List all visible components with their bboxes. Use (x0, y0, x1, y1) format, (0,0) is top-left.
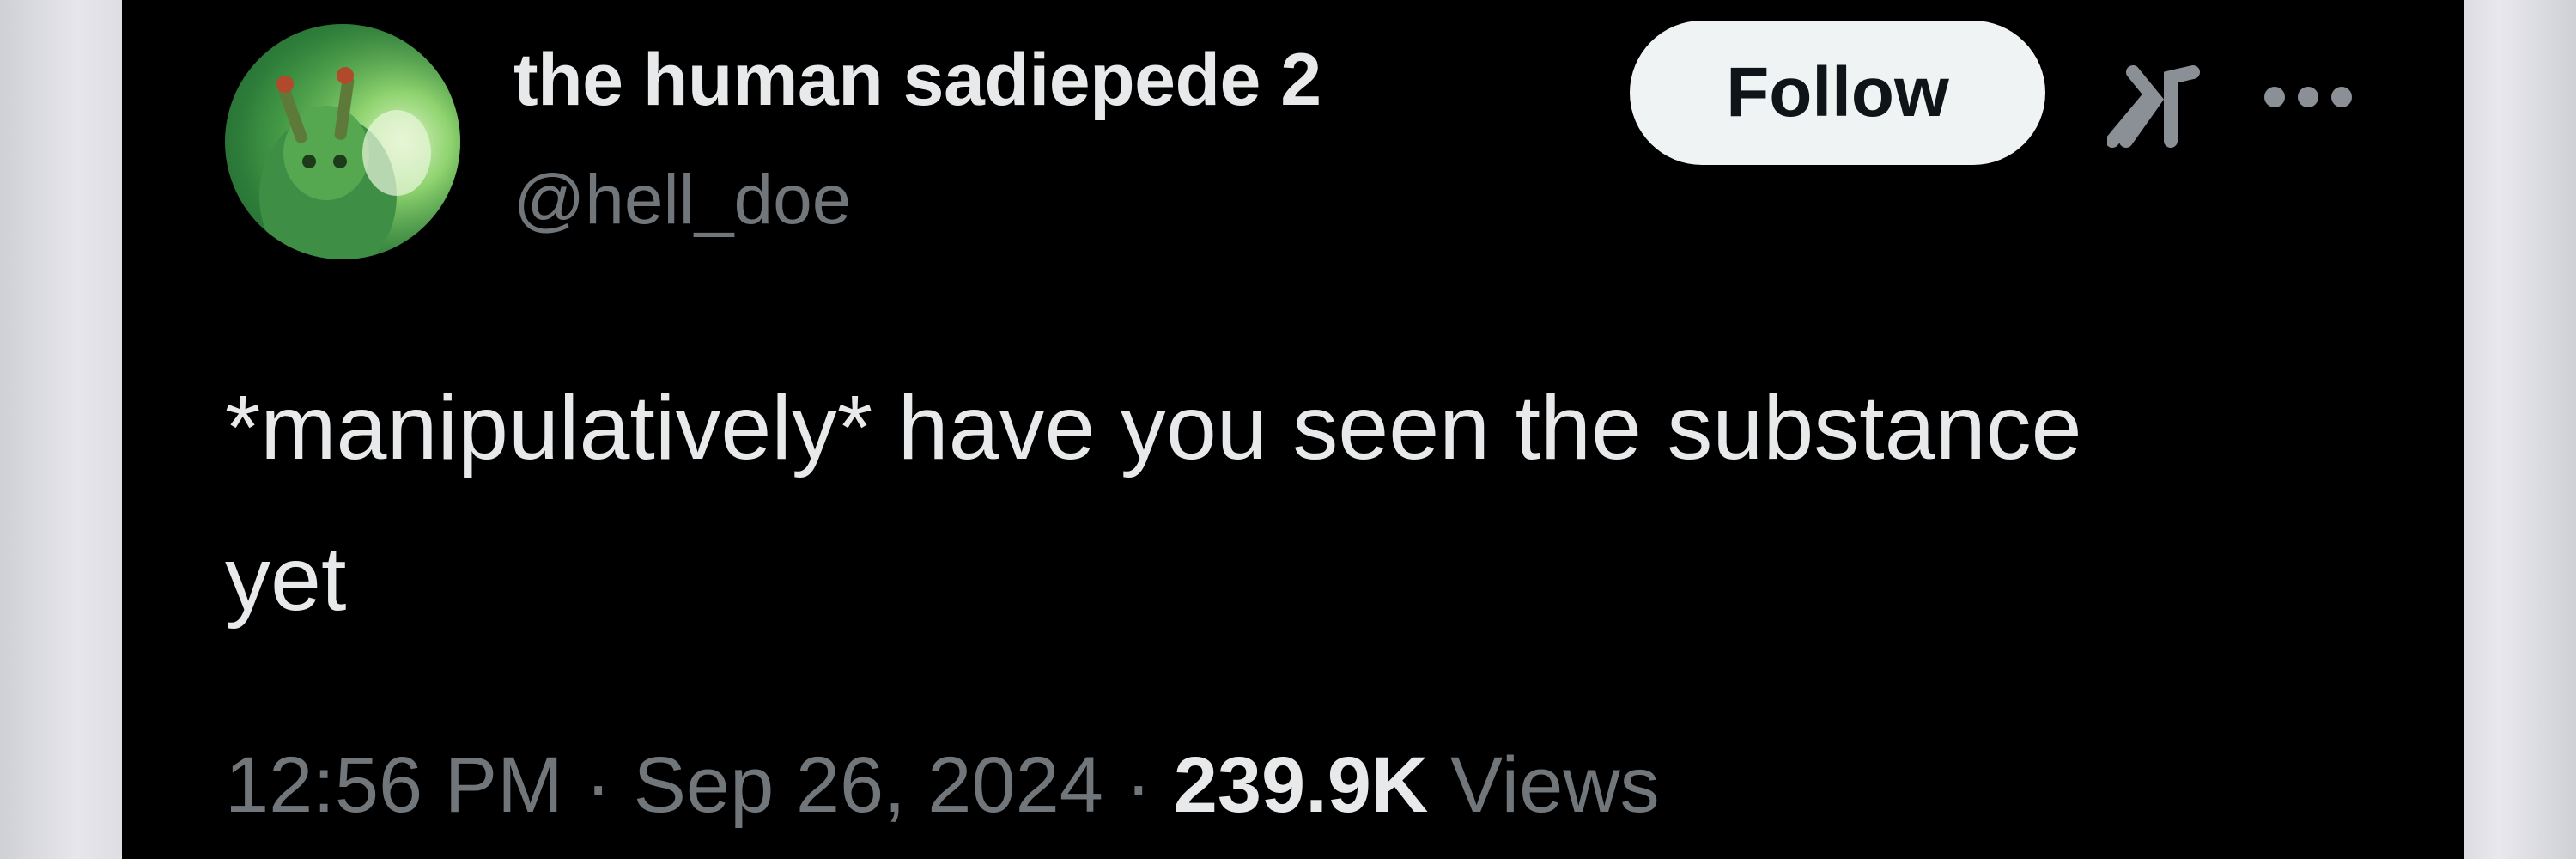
separator: · (1103, 741, 1174, 829)
tweet-card: the human sadiepede 2 @hell_doe Follow *… (122, 0, 2464, 859)
avatar[interactable] (225, 24, 460, 259)
tweet-time[interactable]: 12:56 PM (225, 741, 563, 829)
caterpillar-avatar-icon (225, 24, 460, 259)
author-handle[interactable]: @hell_doe (513, 160, 851, 241)
more-options-icon[interactable] (2263, 86, 2353, 108)
tweet-date[interactable]: Sep 26, 2024 (634, 741, 1103, 829)
grok-icon[interactable] (2107, 65, 2203, 148)
tweet-text: *manipulatively* have you seen the subst… (225, 352, 2406, 655)
tweet-text-line: *manipulatively* have you seen the subst… (225, 377, 2082, 478)
follow-button[interactable]: Follow (1630, 21, 2045, 165)
tweet-metadata: 12:56 PM · Sep 26, 2024 · 239.9K Views (225, 740, 1660, 831)
views-label: Views (1428, 741, 1660, 829)
separator: · (562, 741, 634, 829)
views-count[interactable]: 239.9K (1174, 741, 1429, 829)
author-display-name[interactable]: the human sadiepede 2 (513, 38, 1321, 123)
tweet-text-line: yet (225, 528, 347, 630)
